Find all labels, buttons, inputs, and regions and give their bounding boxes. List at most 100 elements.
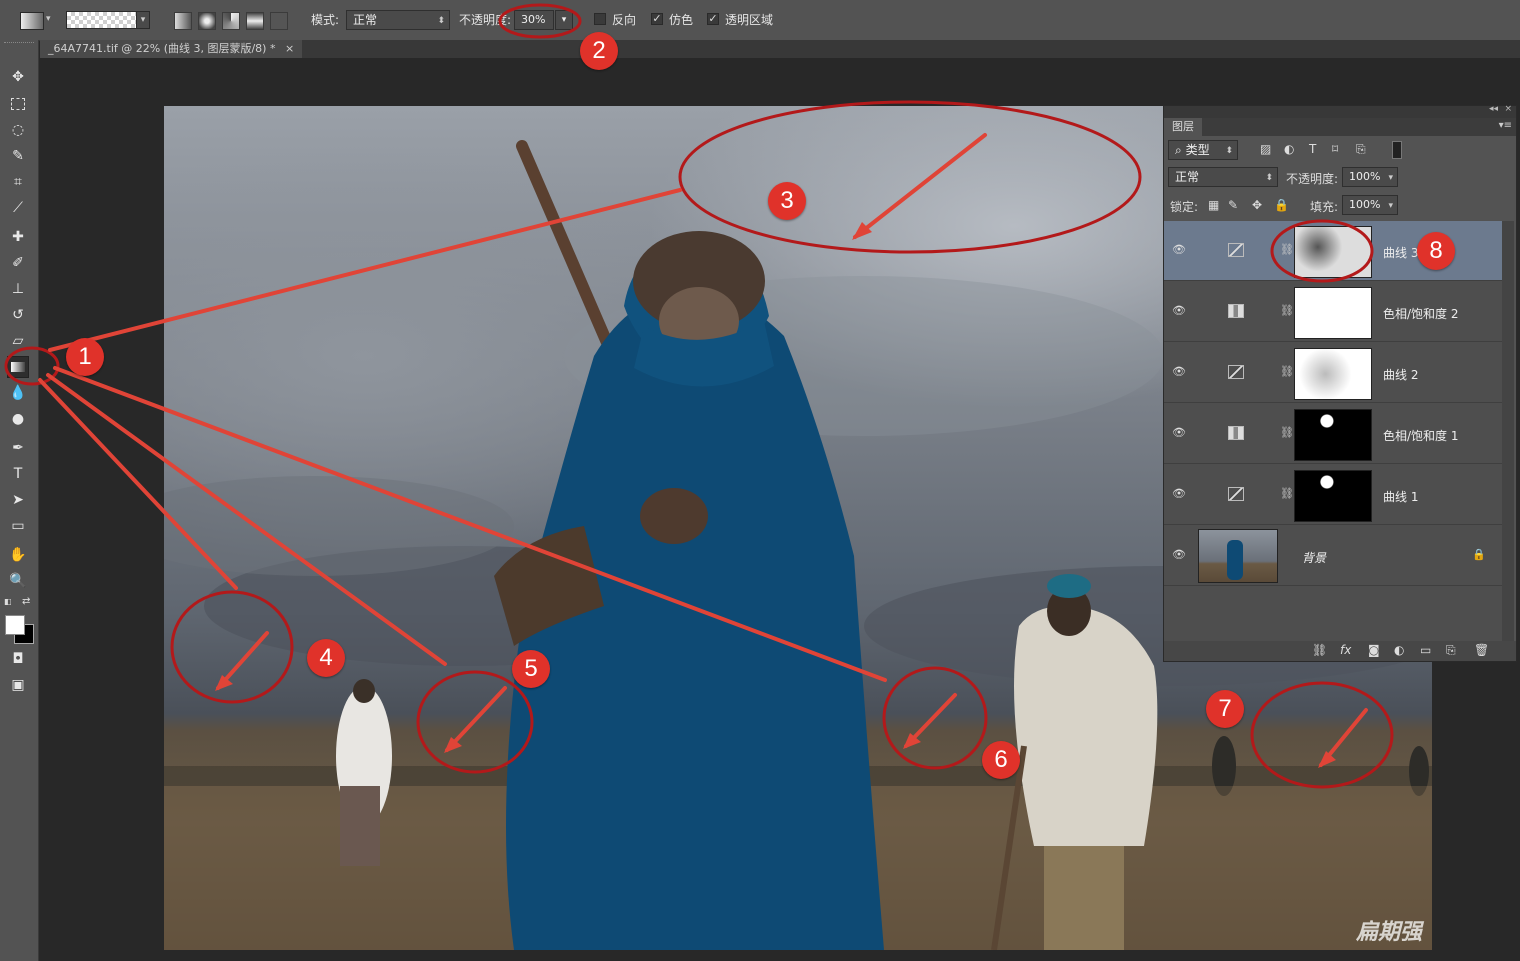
opacity-label: 不透明度: xyxy=(459,13,512,27)
eye-icon[interactable]: 👁 xyxy=(1172,365,1186,378)
eye-icon[interactable]: 👁 xyxy=(1172,243,1186,256)
layer-mask-thumbnail[interactable] xyxy=(1294,409,1372,461)
path-select-tool-icon[interactable]: ➤ xyxy=(7,489,29,511)
link-icon[interactable]: ⛓ xyxy=(1280,304,1294,317)
hand-tool-icon[interactable]: ✋ xyxy=(7,544,29,566)
lock-all-icon[interactable]: 🔒 xyxy=(1274,198,1289,212)
curves-adjustment-icon xyxy=(1228,487,1244,501)
gradient-tool-preset-icon[interactable] xyxy=(20,12,44,30)
link-icon[interactable]: ⛓ xyxy=(1280,487,1294,500)
panel-close-icon[interactable]: × xyxy=(1504,104,1512,114)
dodge-tool-icon[interactable]: ● xyxy=(7,408,29,430)
layer-mask-thumbnail[interactable] xyxy=(1294,470,1372,522)
fill-field[interactable]: 100% ▾ xyxy=(1342,195,1398,215)
link-icon[interactable]: ⛓ xyxy=(1280,243,1294,256)
pixel-filter-icon[interactable]: ▨ xyxy=(1260,142,1271,156)
layers-tab[interactable]: 图层 xyxy=(1164,118,1202,136)
eyedropper-tool-icon[interactable]: ⟋ xyxy=(7,197,29,219)
quick-mask-icon[interactable]: ◘ xyxy=(7,648,29,670)
layer-row-curves-1[interactable]: 👁 ⛓ 曲线 1 xyxy=(1164,465,1502,525)
shape-tool-icon[interactable]: ▭ xyxy=(7,515,29,537)
new-group-icon[interactable]: ▭ xyxy=(1420,643,1431,657)
radial-gradient-button[interactable] xyxy=(198,12,216,30)
layer-mask-thumbnail[interactable] xyxy=(1294,226,1372,278)
eye-icon[interactable]: 👁 xyxy=(1172,548,1186,561)
link-icon[interactable]: ⛓ xyxy=(1280,365,1294,378)
annotation-badge-4: 4 xyxy=(307,639,345,677)
annotation-badge-6: 6 xyxy=(982,741,1020,779)
layer-list-scrollbar[interactable] xyxy=(1502,221,1514,641)
crop-tool-icon[interactable]: ⌗ xyxy=(7,171,29,193)
new-adjustment-icon[interactable]: ◐ xyxy=(1394,643,1404,657)
layer-mask-thumbnail[interactable] xyxy=(1294,287,1372,339)
layer-name: 背景 xyxy=(1302,551,1327,565)
panel-top-bar: ◂◂ × xyxy=(1164,104,1516,118)
layer-opacity-field[interactable]: 100% ▾ xyxy=(1342,167,1398,187)
filter-toggle[interactable] xyxy=(1392,141,1402,159)
angle-gradient-button[interactable] xyxy=(222,12,240,30)
reverse-checkbox[interactable] xyxy=(594,13,606,25)
tool-preset-dropdown-arrow[interactable]: ▾ xyxy=(46,14,51,24)
transparency-checkbox[interactable]: ✓ xyxy=(707,13,719,25)
panel-tab-bar: 图层 ▾≡ xyxy=(1164,118,1516,136)
linear-gradient-button[interactable] xyxy=(174,12,192,30)
history-brush-tool-icon[interactable]: ↺ xyxy=(7,304,29,326)
screen-mode-icon[interactable]: ▣ xyxy=(7,674,29,696)
eye-icon[interactable]: 👁 xyxy=(1172,426,1186,439)
collapse-icon[interactable]: ◂◂ xyxy=(1489,104,1498,114)
lock-pixels-icon[interactable]: ✎ xyxy=(1228,198,1238,212)
layer-filter-dropdown[interactable]: ⌕ 类型 ⬍ xyxy=(1168,140,1238,160)
close-icon[interactable]: × xyxy=(285,42,294,55)
marquee-tool-icon[interactable] xyxy=(7,93,29,115)
opacity-field[interactable]: 30% xyxy=(514,10,554,30)
shape-filter-icon[interactable]: ⌑ xyxy=(1332,142,1338,156)
quick-select-tool-icon[interactable]: ✎ xyxy=(7,145,29,167)
lock-transparent-icon[interactable]: ▦ xyxy=(1208,198,1219,212)
opacity-slider-button[interactable]: ▾ xyxy=(555,10,573,30)
default-colors-icon[interactable]: ◧ xyxy=(4,597,14,607)
toolbox-grip[interactable] xyxy=(4,42,34,47)
panel-menu-icon[interactable]: ▾≡ xyxy=(1499,120,1512,131)
add-mask-icon[interactable]: ◙ xyxy=(1368,643,1380,657)
type-tool-icon[interactable]: T xyxy=(7,463,29,485)
brush-tool-icon[interactable]: ✐ xyxy=(7,252,29,274)
eraser-tool-icon[interactable]: ▱ xyxy=(7,330,29,352)
gradient-picker[interactable]: ▾ xyxy=(66,11,150,29)
layer-name: 色相/饱和度 1 xyxy=(1383,429,1459,443)
layer-row-curves-2[interactable]: 👁 ⛓ 曲线 2 xyxy=(1164,343,1502,403)
move-tool-icon[interactable]: ✥ xyxy=(7,66,29,88)
dither-checkbox[interactable]: ✓ xyxy=(651,13,663,25)
eye-icon[interactable]: 👁 xyxy=(1172,487,1186,500)
type-filter-icon[interactable]: T xyxy=(1309,142,1316,156)
reflected-gradient-button[interactable] xyxy=(246,12,264,30)
layer-row-hue-sat-2[interactable]: 👁 ⛓ 色相/饱和度 2 xyxy=(1164,282,1502,342)
fx-icon[interactable]: fx xyxy=(1340,643,1351,657)
toolbox: ✥ ◌ ✎ ⌗ ⟋ ✚ ✐ ⊥ ↺ ▱ 💧 ● ✒ T ➤ ▭ ✋ 🔍 ◧ ⇄ … xyxy=(0,40,39,961)
pen-tool-icon[interactable]: ✒ xyxy=(7,437,29,459)
eye-icon[interactable]: 👁 xyxy=(1172,304,1186,317)
layer-mask-thumbnail[interactable] xyxy=(1294,348,1372,400)
new-layer-icon[interactable]: ⎘ xyxy=(1446,643,1456,658)
blend-mode-dropdown[interactable]: 正常 ⬍ xyxy=(1168,167,1278,187)
background-thumbnail[interactable] xyxy=(1198,529,1278,583)
link-icon[interactable]: ⛓ xyxy=(1280,426,1294,439)
search-icon: ⌕ xyxy=(1175,143,1182,157)
lasso-tool-icon[interactable]: ◌ xyxy=(7,119,29,141)
healing-brush-tool-icon[interactable]: ✚ xyxy=(7,226,29,248)
smart-object-filter-icon[interactable]: ⎘ xyxy=(1356,142,1366,157)
zoom-tool-icon[interactable]: 🔍 xyxy=(7,570,29,592)
layer-row-hue-sat-1[interactable]: 👁 ⛓ 色相/饱和度 1 xyxy=(1164,404,1502,464)
trash-icon[interactable]: 🗑 xyxy=(1474,643,1489,657)
adjustment-filter-icon[interactable]: ◐ xyxy=(1284,142,1294,156)
link-layers-icon[interactable]: ⛓ xyxy=(1312,643,1327,657)
clone-stamp-tool-icon[interactable]: ⊥ xyxy=(7,278,29,300)
foreground-color-swatch[interactable] xyxy=(5,615,25,635)
layer-row-background[interactable]: 👁 背景 🔒 xyxy=(1164,526,1502,586)
diamond-gradient-button[interactable] xyxy=(270,12,288,30)
gradient-tool-icon[interactable] xyxy=(7,356,29,378)
swap-colors-icon[interactable]: ⇄ xyxy=(22,596,30,607)
mode-dropdown[interactable]: 正常 ⬍ xyxy=(346,10,450,30)
document-tab[interactable]: _64A7741.tif @ 22% (曲线 3, 图层蒙版/8) * × xyxy=(40,40,303,58)
lock-position-icon[interactable]: ✥ xyxy=(1252,198,1262,212)
blur-tool-icon[interactable]: 💧 xyxy=(7,382,29,404)
